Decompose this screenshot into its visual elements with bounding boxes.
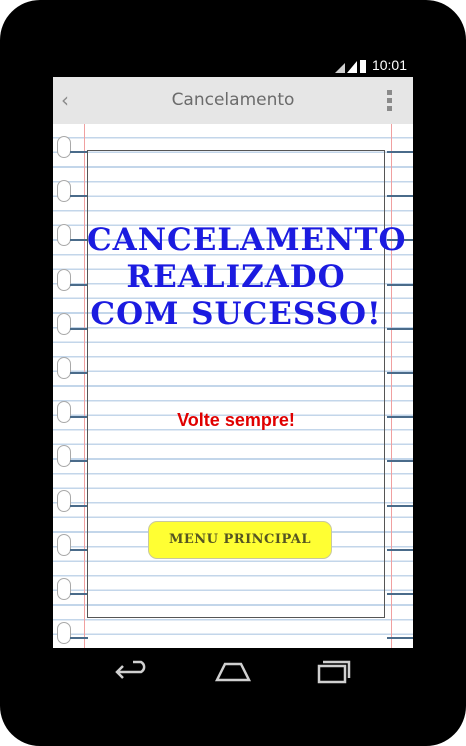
action-bar: ‹ Cancelamento	[53, 77, 413, 124]
recents-nav-icon[interactable]	[313, 658, 353, 686]
spiral-ring	[57, 224, 71, 247]
device-frame: 10:01 ‹ Cancelamento CANCELAMENTO REALIZ…	[0, 0, 466, 746]
spiral-ring	[57, 533, 71, 556]
spiral-ring	[57, 312, 71, 335]
edge-tick	[387, 637, 413, 640]
navigation-bar	[53, 648, 413, 696]
spiral-tick	[70, 327, 88, 330]
spiral-ring	[57, 401, 71, 424]
spiral-ring	[57, 136, 71, 158]
wifi-icon	[335, 63, 345, 73]
status-bar: 10:01	[53, 54, 413, 77]
edge-tick	[387, 151, 413, 153]
notebook-background: CANCELAMENTO REALIZADO COM SUCESSO! Volt…	[53, 124, 413, 648]
right-margin-line	[391, 124, 392, 648]
success-headline: CANCELAMENTO REALIZADO COM SUCESSO!	[87, 222, 407, 333]
spiral-ring	[57, 622, 71, 645]
headline-line-2: REALIZADO	[126, 259, 346, 295]
edge-tick	[387, 416, 413, 419]
spiral-tick	[70, 239, 88, 242]
spiral-binding	[57, 124, 88, 648]
overflow-menu-icon[interactable]	[387, 90, 393, 112]
spiral-ring	[57, 357, 71, 379]
spiral-ring	[57, 445, 71, 468]
farewell-text: Volte sempre!	[177, 410, 295, 430]
spiral-tick	[70, 416, 88, 419]
main-menu-button-label: MENU PRINCIPAL	[168, 532, 312, 547]
edge-tick	[387, 372, 413, 374]
edge-tick	[387, 283, 413, 286]
main-menu-button[interactable]: MENU PRINCIPAL	[148, 521, 332, 559]
battery-icon	[360, 60, 366, 73]
spiral-tick	[70, 593, 88, 595]
app-screen: 10:01 ‹ Cancelamento CANCELAMENTO REALIZ…	[53, 54, 413, 648]
spiral-ring	[57, 268, 71, 291]
edge-tick	[387, 593, 413, 595]
signal-icon	[347, 61, 357, 73]
spiral-tick	[70, 372, 88, 374]
headline-line-3: COM SUCESSO!	[90, 296, 382, 332]
edge-tick	[387, 504, 413, 507]
edge-tick	[387, 460, 413, 463]
home-nav-icon[interactable]	[213, 658, 253, 686]
edge-tick	[387, 195, 413, 198]
spiral-tick	[70, 460, 88, 463]
spiral-tick	[70, 283, 88, 286]
spiral-tick	[70, 548, 88, 551]
spiral-tick	[70, 195, 88, 198]
headline-line-1: CANCELAMENTO	[87, 222, 407, 258]
spiral-tick	[70, 637, 88, 640]
spiral-ring	[57, 489, 71, 512]
signal-wifi-icons	[335, 60, 366, 73]
back-nav-icon[interactable]	[113, 658, 153, 686]
status-time: 10:01	[371, 57, 407, 73]
edge-tick	[387, 548, 413, 551]
spiral-tick	[70, 151, 88, 153]
spiral-ring	[57, 180, 71, 203]
edge-tick	[387, 327, 413, 330]
spiral-tick	[70, 504, 88, 507]
page-title: Cancelamento	[171, 90, 295, 110]
spiral-ring	[57, 578, 71, 600]
